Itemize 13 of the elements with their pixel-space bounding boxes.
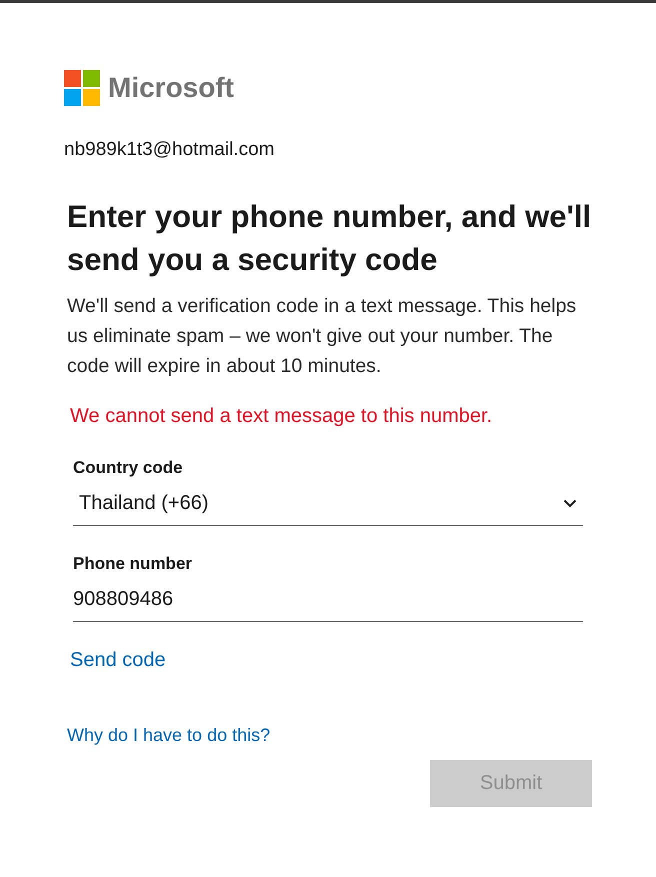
page-title: Enter your phone number, and we'll send you a security code — [67, 198, 592, 279]
field-label: Phone number — [73, 554, 194, 574]
field-label: Country code — [73, 458, 184, 478]
description-text: We'll send a verification code in a text message. This helps us eliminate spam – we won't give out your number. The code will expire in about 10 minutes. — [67, 294, 578, 379]
logo-icon — [64, 70, 100, 106]
account-email: nb989k1t3@hotmail.com — [64, 139, 276, 161]
chevron-down-icon — [563, 499, 577, 508]
phone-input-field[interactable]: 908809486 — [73, 578, 583, 622]
help-link[interactable]: Why do I have to do this? — [67, 725, 270, 746]
country-dropdown[interactable]: Thailand (+66) — [73, 482, 583, 526]
send-code-link[interactable]: Send code — [70, 649, 166, 672]
error-message: We cannot send a text message to this number. — [70, 405, 494, 428]
logo-text: Microsoft — [108, 72, 234, 104]
